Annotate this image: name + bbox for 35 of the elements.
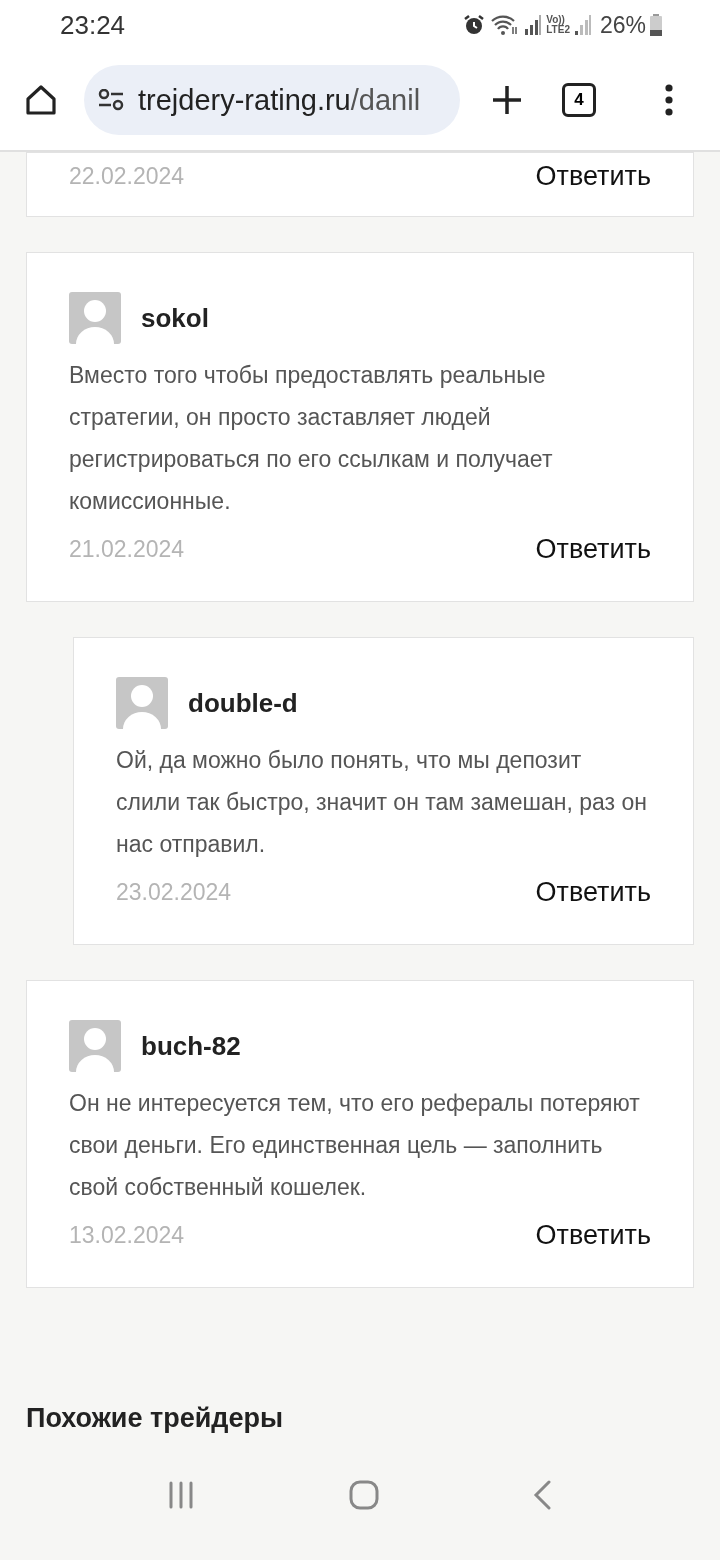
url-text: trejdery-rating.ru/danil — [138, 83, 421, 117]
menu-icon[interactable] — [664, 84, 674, 116]
section-heading: Похожие трейдеры — [26, 1403, 284, 1434]
address-bar[interactable]: trejdery-rating.ru/danil — [84, 65, 460, 135]
lte-label: LTE2 — [546, 25, 570, 35]
back-icon[interactable] — [533, 1480, 553, 1510]
reply-link[interactable]: Ответить — [535, 534, 651, 565]
battery-icon — [650, 14, 662, 36]
comment-date: 21.02.2024 — [69, 536, 185, 563]
comment-date: 23.02.2024 — [116, 879, 232, 906]
comment-date: 13.02.2024 — [69, 1222, 185, 1249]
reply-link[interactable]: Ответить — [535, 877, 651, 908]
reply-link[interactable]: Ответить — [535, 161, 651, 192]
comment-text: Он не интересуется тем, что его рефералы потеряют свои деньги. Его единственная цель — заполнить свой собственный кошелек. — [69, 1089, 641, 1202]
comment-author: sokol — [141, 302, 209, 334]
tab-count-button[interactable]: 4 — [562, 83, 596, 117]
comment-text: Ой, да можно было понять, что мы депозит слили так быстро, значит он там замешан, раз он нас отправил. — [116, 746, 648, 859]
comment-date: 22.02.2024 — [69, 163, 185, 190]
avatar-icon — [69, 292, 121, 344]
avatar-icon — [69, 1020, 121, 1072]
status-time: 23:24 — [60, 9, 126, 41]
home-icon[interactable] — [24, 84, 58, 116]
comment-author: buch-82 — [141, 1030, 241, 1062]
signal-icon — [573, 14, 592, 36]
battery-percent: 26% — [599, 11, 646, 39]
site-settings-icon[interactable] — [98, 89, 124, 111]
avatar-icon — [116, 677, 168, 729]
reply-link[interactable]: Ответить — [535, 1220, 651, 1251]
new-tab-icon[interactable] — [492, 85, 522, 115]
home-button-icon[interactable] — [349, 1480, 379, 1510]
recent-apps-icon[interactable] — [167, 1481, 195, 1509]
signal-icon — [524, 14, 543, 36]
comment-author: double-d — [188, 687, 298, 719]
volte-label: Vo)) — [546, 15, 566, 25]
comment-text: Вместо того чтобы предоставлять реальные стратегии, он просто заставляет людей регистрироваться по его ссылкам и получает комиссионные. — [69, 361, 554, 516]
